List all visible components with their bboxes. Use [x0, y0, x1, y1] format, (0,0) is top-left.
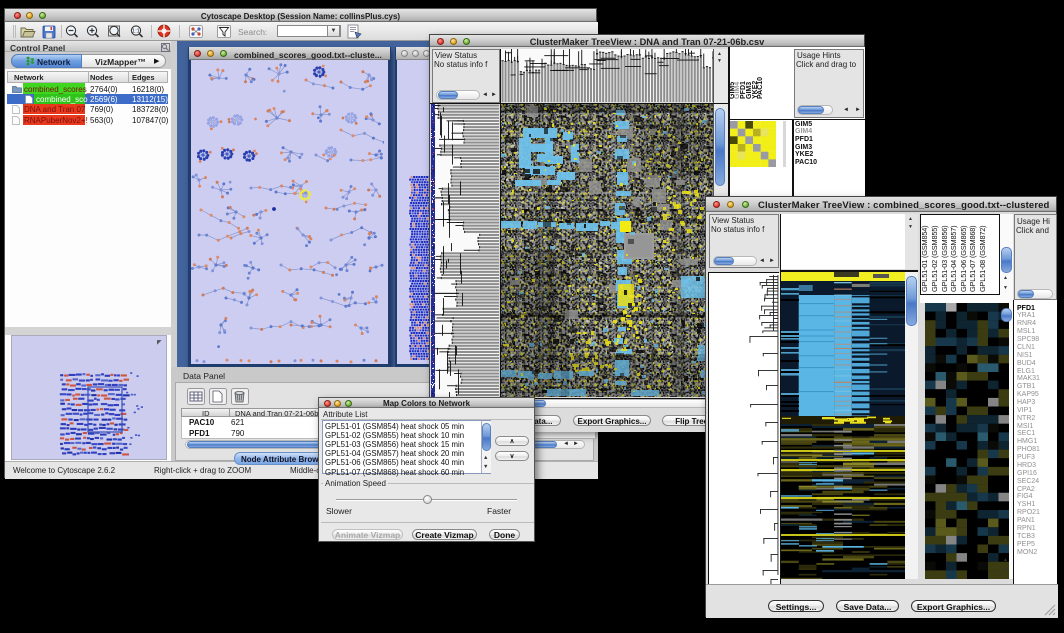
svg-text:1:1: 1:1: [132, 29, 140, 35]
